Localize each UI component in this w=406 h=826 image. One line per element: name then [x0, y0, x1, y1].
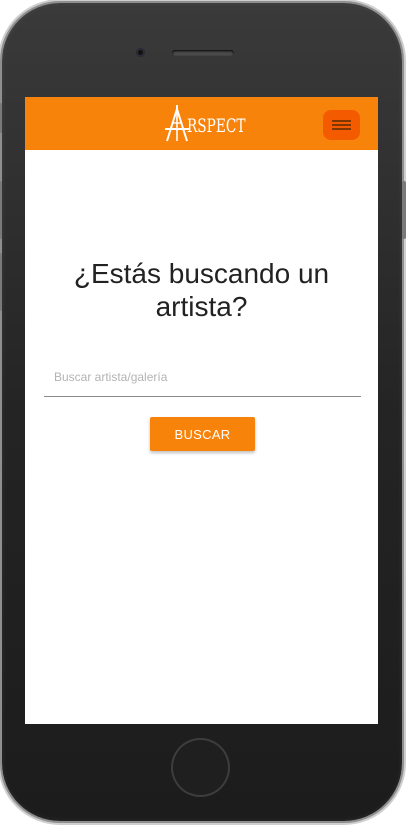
phone-power-button — [402, 181, 406, 239]
easel-a-icon — [165, 105, 189, 142]
earpiece-speaker — [172, 50, 234, 56]
front-camera — [136, 48, 145, 57]
phone-volume-up-button — [0, 181, 2, 239]
arspect-logo[interactable]: RSPECT — [165, 103, 255, 143]
app-header: RSPECT — [25, 97, 378, 150]
search-field — [44, 360, 361, 397]
hamburger-icon — [332, 120, 351, 130]
app-screen: RSPECT ¿Estás buscando un artista? BUSCA… — [25, 97, 378, 724]
phone-volume-down-button — [0, 253, 2, 311]
search-button[interactable]: BUSCAR — [150, 417, 255, 451]
phone-home-button[interactable] — [171, 738, 230, 797]
phone-mute-switch — [0, 103, 2, 133]
page-title: ¿Estás buscando un artista? — [73, 258, 330, 322]
search-input[interactable] — [44, 360, 361, 394]
logo-text: RSPECT — [187, 115, 246, 137]
menu-button[interactable] — [323, 110, 360, 140]
